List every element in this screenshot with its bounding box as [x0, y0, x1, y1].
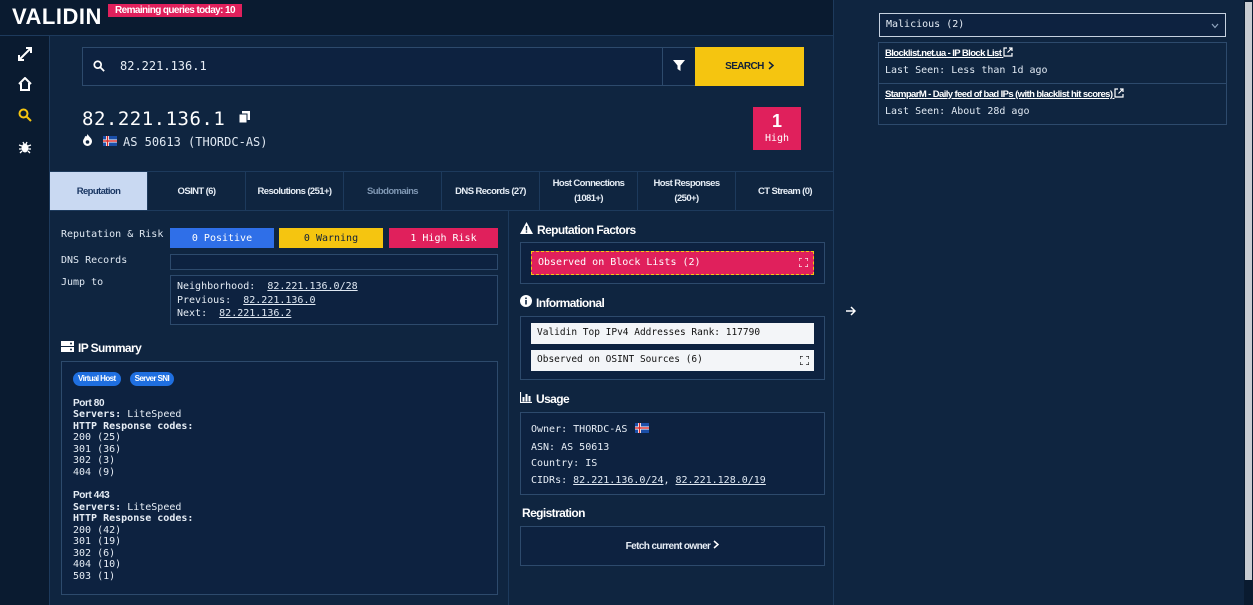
port-title: Port 443: [73, 490, 110, 501]
response-code: 404 (10): [73, 559, 122, 570]
ip-title: 82.221.136.1: [82, 106, 251, 130]
country-row: Country: IS: [531, 458, 598, 469]
left-nav: [0, 36, 50, 605]
dns-records-box: [170, 254, 498, 270]
bug-icon[interactable]: [14, 137, 36, 157]
queries-badge: Remaining queries today: 10: [108, 4, 242, 17]
fetch-owner-button[interactable]: Fetch current owner: [520, 526, 825, 566]
previous-row: Previous: 82.221.136.0: [177, 294, 316, 306]
blocklist-entries: Blocklist.net.ua - IP Block List Last Se…: [878, 42, 1227, 125]
ip-summary-heading: IP Summary: [61, 341, 142, 355]
external-link-icon: [1003, 47, 1013, 60]
response-code: 200 (25): [73, 432, 122, 443]
tag-virtual-host[interactable]: Virtual Host: [73, 372, 121, 386]
risk-score-badge: 1 High: [753, 107, 801, 150]
last-seen: Last Seen: Less than 1d ago: [885, 65, 1048, 76]
list-item: Blocklist.net.ua - IP Block List Last Se…: [879, 43, 1226, 84]
bar-chart-icon: [519, 392, 532, 406]
dns-records-label: DNS Records: [61, 255, 128, 266]
iceland-flag-icon: [103, 135, 117, 149]
top-addresses-rank: Validin Top IPv4 Addresses Rank: 117790: [531, 323, 814, 344]
owner-row: Owner: THORDC-AS: [531, 422, 814, 440]
search-value: 82.221.136.1: [120, 59, 207, 73]
usage-heading: Usage: [519, 392, 570, 406]
entry-link[interactable]: Blocklist.net.ua - IP Block List: [885, 47, 1220, 60]
top-bar: VALIDIN Remaining queries today: 10: [0, 0, 834, 36]
chevron-down-icon: [1211, 21, 1219, 32]
cidrs-row: CIDRs: 82.221.136.0/24, 82.221.128.0/19: [531, 474, 766, 486]
informational-heading: Informational: [520, 295, 605, 310]
server-icon: [61, 341, 74, 355]
search-button[interactable]: SEARCH: [695, 47, 804, 86]
copy-icon[interactable]: [238, 106, 251, 128]
chevron-right-icon: [713, 540, 720, 552]
search-input[interactable]: 82.221.136.1: [82, 47, 663, 86]
last-seen: Last Seen: About 28d ago: [885, 106, 1030, 117]
iceland-flag-icon: [635, 423, 650, 440]
entry-link[interactable]: StamparM - Daily feed of bad IPs (with b…: [885, 88, 1220, 101]
search-icon: [93, 60, 105, 75]
response-code: 404 (9): [73, 466, 116, 478]
reputation-factors-heading: Reputation Factors: [520, 222, 636, 237]
search-icon[interactable]: [14, 105, 36, 125]
ip-summary-box: Virtual Host Server SNI Port 80 Servers:…: [61, 361, 498, 595]
tab-osint[interactable]: OSINT (6): [148, 172, 246, 210]
jump-to-label: Jump to: [61, 277, 104, 288]
tag-server-sni[interactable]: Server SNI: [129, 372, 175, 386]
external-link-icon: [1114, 88, 1125, 101]
reputation-risk-label: Reputation & Risk: [61, 229, 164, 240]
tab-resolutions[interactable]: Resolutions (251+): [246, 172, 344, 210]
registration-heading: Registration: [522, 506, 585, 520]
as-text: AS 50613 (THORDC-AS): [123, 134, 268, 149]
jump-to-box: Neighborhood: 82.221.136.0/28 Previous: …: [170, 275, 498, 325]
tab-host-responses[interactable]: Host Responses (250+): [638, 172, 736, 210]
neighborhood-row: Neighborhood: 82.221.136.0/28: [177, 281, 358, 292]
response-code: 301 (36): [73, 443, 122, 455]
port-443-block: Port 443 Servers: LiteSpeed HTTP Respons…: [73, 490, 486, 582]
expand-icon[interactable]: [799, 355, 810, 368]
chevron-right-icon: [768, 60, 774, 73]
column-divider: [508, 211, 509, 605]
validin-logo[interactable]: VALIDIN: [12, 4, 102, 30]
high-risk-badge[interactable]: 1 High Risk: [389, 228, 498, 248]
next-link[interactable]: 82.221.136.2: [219, 308, 291, 319]
response-code: 503 (1): [73, 570, 116, 582]
tab-subdomains[interactable]: Subdomains: [344, 172, 442, 210]
osint-sources-item[interactable]: Observed on OSINT Sources (6): [531, 350, 814, 371]
filter-button[interactable]: [662, 47, 696, 86]
fire-icon: [82, 134, 93, 149]
arrow-right-icon[interactable]: [846, 306, 857, 319]
cidr-link[interactable]: 82.221.128.0/19: [676, 475, 766, 486]
warning-icon: [520, 222, 533, 237]
list-item: StamparM - Daily feed of bad IPs (with b…: [879, 84, 1226, 125]
next-row: Next: 82.221.136.2: [177, 308, 292, 319]
previous-link[interactable]: 82.221.136.0: [243, 295, 315, 306]
expand-icon[interactable]: [798, 257, 809, 270]
asn-row: ASN: AS 50613: [531, 441, 610, 453]
positive-badge[interactable]: 0 Positive: [170, 228, 274, 248]
response-code: 302 (3): [73, 455, 116, 466]
usage-box: Owner: THORDC-AS ASN: AS 50613 Country: …: [520, 412, 825, 495]
info-icon: [520, 295, 532, 310]
tab-ct-stream[interactable]: CT Stream (0): [736, 172, 834, 210]
port-title: Port 80: [73, 397, 105, 409]
neighborhood-link[interactable]: 82.221.136.0/28: [267, 281, 357, 292]
expand-icon[interactable]: [14, 44, 36, 64]
home-icon[interactable]: [14, 74, 36, 94]
filter-icon: [673, 59, 685, 74]
as-line: AS 50613 (THORDC-AS): [82, 134, 268, 149]
tab-dns-records[interactable]: DNS Records (27): [442, 172, 540, 210]
tab-reputation[interactable]: Reputation: [50, 172, 148, 210]
warning-badge[interactable]: 0 Warning: [279, 228, 383, 248]
scrollbar-thumb[interactable]: [1245, 2, 1252, 580]
tab-host-connections[interactable]: Host Connections (1081+): [540, 172, 638, 210]
response-code: 301 (19): [73, 536, 122, 547]
response-code: 302 (6): [73, 547, 116, 559]
port-80-block: Port 80 Servers: LiteSpeed HTTP Response…: [73, 398, 486, 479]
block-lists-factor[interactable]: Observed on Block Lists (2): [531, 251, 814, 275]
malicious-select[interactable]: Malicious (2): [879, 13, 1226, 37]
response-code: 200 (42): [73, 524, 122, 536]
tab-bar: Reputation OSINT (6) Resolutions (251+) …: [50, 171, 834, 211]
cidr-link[interactable]: 82.221.136.0/24: [573, 475, 663, 486]
